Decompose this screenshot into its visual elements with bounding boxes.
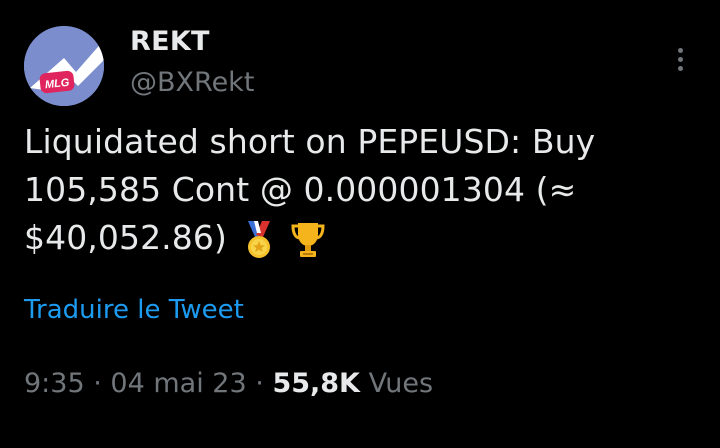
tweet-text-line: Liquidated short on PEPEUSD: Buy xyxy=(24,122,596,161)
tweet-text-line-last: $40,052.86) xyxy=(24,214,696,262)
medal-icon xyxy=(242,220,276,259)
tweet-text: Liquidated short on PEPEUSD: Buy 105,585… xyxy=(24,118,696,262)
avatar-logo-icon: MLG xyxy=(24,26,104,106)
tweet-text-line: $40,052.86) xyxy=(24,218,227,257)
more-dot-icon xyxy=(677,65,683,71)
meta-separator: · xyxy=(93,368,102,399)
more-dot-icon xyxy=(677,47,683,53)
tweet-text-line: 105,585 Cont @ 0.000001304 (≈ xyxy=(24,170,577,209)
tweet-card[interactable]: MLG REKT @BXRekt Liquidated short on PEP… xyxy=(0,0,720,448)
tweet-date[interactable]: 04 mai 23 xyxy=(110,368,246,399)
avatar[interactable]: MLG xyxy=(24,26,104,106)
meta-separator: · xyxy=(255,368,264,399)
views-label: Vues xyxy=(368,368,434,399)
trophy-icon xyxy=(290,220,326,260)
display-name[interactable]: REKT xyxy=(130,24,210,60)
more-options-button[interactable] xyxy=(666,42,694,76)
translate-tweet-link[interactable]: Traduire le Tweet xyxy=(24,292,244,328)
user-handle[interactable]: @BXRekt xyxy=(130,65,254,101)
views-count[interactable]: 55,8K xyxy=(272,368,360,399)
more-dot-icon xyxy=(677,56,683,62)
tweet-time[interactable]: 9:35 xyxy=(24,368,85,399)
tweet-meta: 9:35 · 04 mai 23 · 55,8K Vues xyxy=(24,364,433,404)
